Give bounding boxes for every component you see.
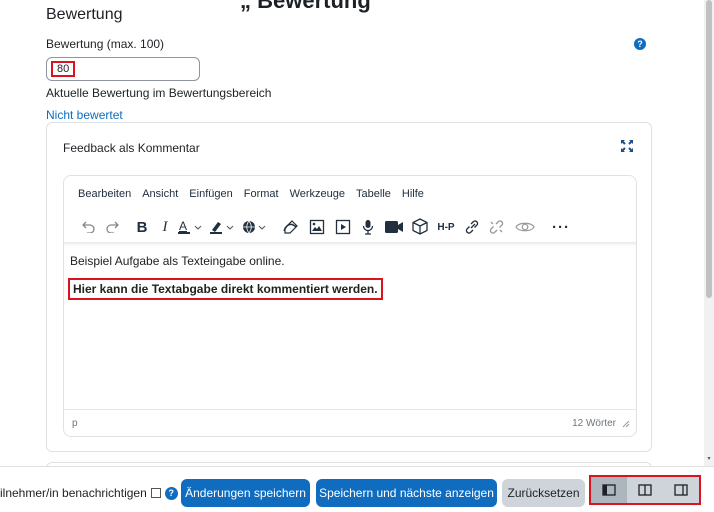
- grade-input[interactable]: 80: [46, 57, 200, 81]
- undo-icon[interactable]: [78, 216, 100, 238]
- video-camera-icon[interactable]: [380, 216, 408, 238]
- menu-tools[interactable]: Werkzeuge: [290, 188, 345, 200]
- element-path[interactable]: p: [72, 418, 78, 429]
- help-icon[interactable]: ?: [634, 38, 646, 50]
- toolbar-divider: [64, 242, 636, 246]
- editor-menubar: Bearbeiten Ansicht Einfügen Format Werkz…: [78, 188, 424, 200]
- redo-icon[interactable]: [100, 216, 124, 238]
- content-paragraph-1: Beispiel Aufgabe als Texteingabe online.: [70, 254, 285, 268]
- layout-default-button[interactable]: [627, 477, 663, 503]
- menu-table[interactable]: Tabelle: [356, 188, 391, 200]
- menu-edit[interactable]: Bearbeiten: [78, 188, 131, 200]
- resize-handle-icon[interactable]: [622, 420, 630, 428]
- scrollbar-thumb[interactable]: [706, 0, 712, 298]
- scroll-down-arrow-icon[interactable]: ▾: [706, 456, 712, 462]
- menu-format[interactable]: Format: [244, 188, 279, 200]
- drawing-icon[interactable]: [278, 216, 304, 238]
- notify-label: ilnehmer/in benachrichtigen: [0, 486, 147, 500]
- grade-label: Bewertung (max. 100): [46, 37, 165, 51]
- current-grade-label: Aktuelle Bewertung im Bewertungsbereich: [46, 86, 272, 100]
- word-count[interactable]: 12 Wörter: [572, 418, 616, 429]
- rich-text-editor[interactable]: Bearbeiten Ansicht Einfügen Format Werkz…: [63, 175, 637, 437]
- save-and-next-button[interactable]: Speichern und nächste anzeigen: [316, 479, 497, 507]
- sticky-footer: ilnehmer/in benachrichtigen ? Änderungen…: [0, 466, 714, 512]
- feedback-title: Feedback als Kommentar: [63, 141, 200, 155]
- more-icon[interactable]: ···: [546, 216, 576, 238]
- layout-collapse-review-button[interactable]: [663, 477, 699, 503]
- image-icon[interactable]: [304, 216, 330, 238]
- h5p-icon[interactable]: H-P: [432, 216, 460, 238]
- not-graded-link[interactable]: Nicht bewertet: [46, 108, 123, 122]
- menu-help[interactable]: Hilfe: [402, 188, 424, 200]
- media-icon[interactable]: [330, 216, 356, 238]
- menu-view[interactable]: Ansicht: [142, 188, 178, 200]
- content-paragraph-2-highlighted: Hier kann die Textabgabe direkt kommenti…: [68, 278, 383, 300]
- reset-button[interactable]: Zurücksetzen: [502, 479, 585, 507]
- unlink-icon[interactable]: [484, 216, 510, 238]
- content-bank-icon[interactable]: [408, 216, 432, 238]
- notify-students: ilnehmer/in benachrichtigen ?: [0, 486, 178, 500]
- notify-help-icon[interactable]: ?: [164, 486, 178, 500]
- preview-eye-icon[interactable]: [510, 216, 540, 238]
- microphone-icon[interactable]: [356, 216, 380, 238]
- editor-toolbar: B I A H-P ···: [78, 214, 576, 240]
- grade-value[interactable]: 80: [51, 61, 75, 77]
- highlight-color-icon[interactable]: [208, 216, 240, 238]
- feedback-card: Feedback als Kommentar Bearbeiten Ansich…: [46, 122, 652, 452]
- clipped-heading: „ Bewertung: [240, 0, 371, 13]
- layout-collapse-grade-button[interactable]: [591, 477, 627, 503]
- editor-statusbar: p 12 Wörter: [64, 409, 636, 436]
- menu-insert[interactable]: Einfügen: [189, 188, 232, 200]
- link-icon[interactable]: [460, 216, 484, 238]
- bold-icon[interactable]: B: [130, 216, 154, 238]
- fullscreen-icon[interactable]: [621, 139, 633, 152]
- layout-toggle-group: [589, 475, 701, 505]
- language-globe-icon[interactable]: [240, 216, 272, 238]
- svg-text:A: A: [179, 219, 187, 233]
- layout-right-panel-icon: [674, 484, 688, 496]
- layout-split-icon: [638, 484, 652, 496]
- page-scrollbar[interactable]: ▾: [704, 0, 714, 466]
- layout-left-panel-icon: [602, 484, 616, 496]
- save-changes-button[interactable]: Änderungen speichern: [181, 479, 310, 507]
- section-title: Bewertung: [46, 6, 123, 23]
- italic-icon[interactable]: I: [154, 216, 176, 238]
- notify-checkbox[interactable]: [150, 488, 161, 498]
- text-color-icon[interactable]: A: [176, 216, 208, 238]
